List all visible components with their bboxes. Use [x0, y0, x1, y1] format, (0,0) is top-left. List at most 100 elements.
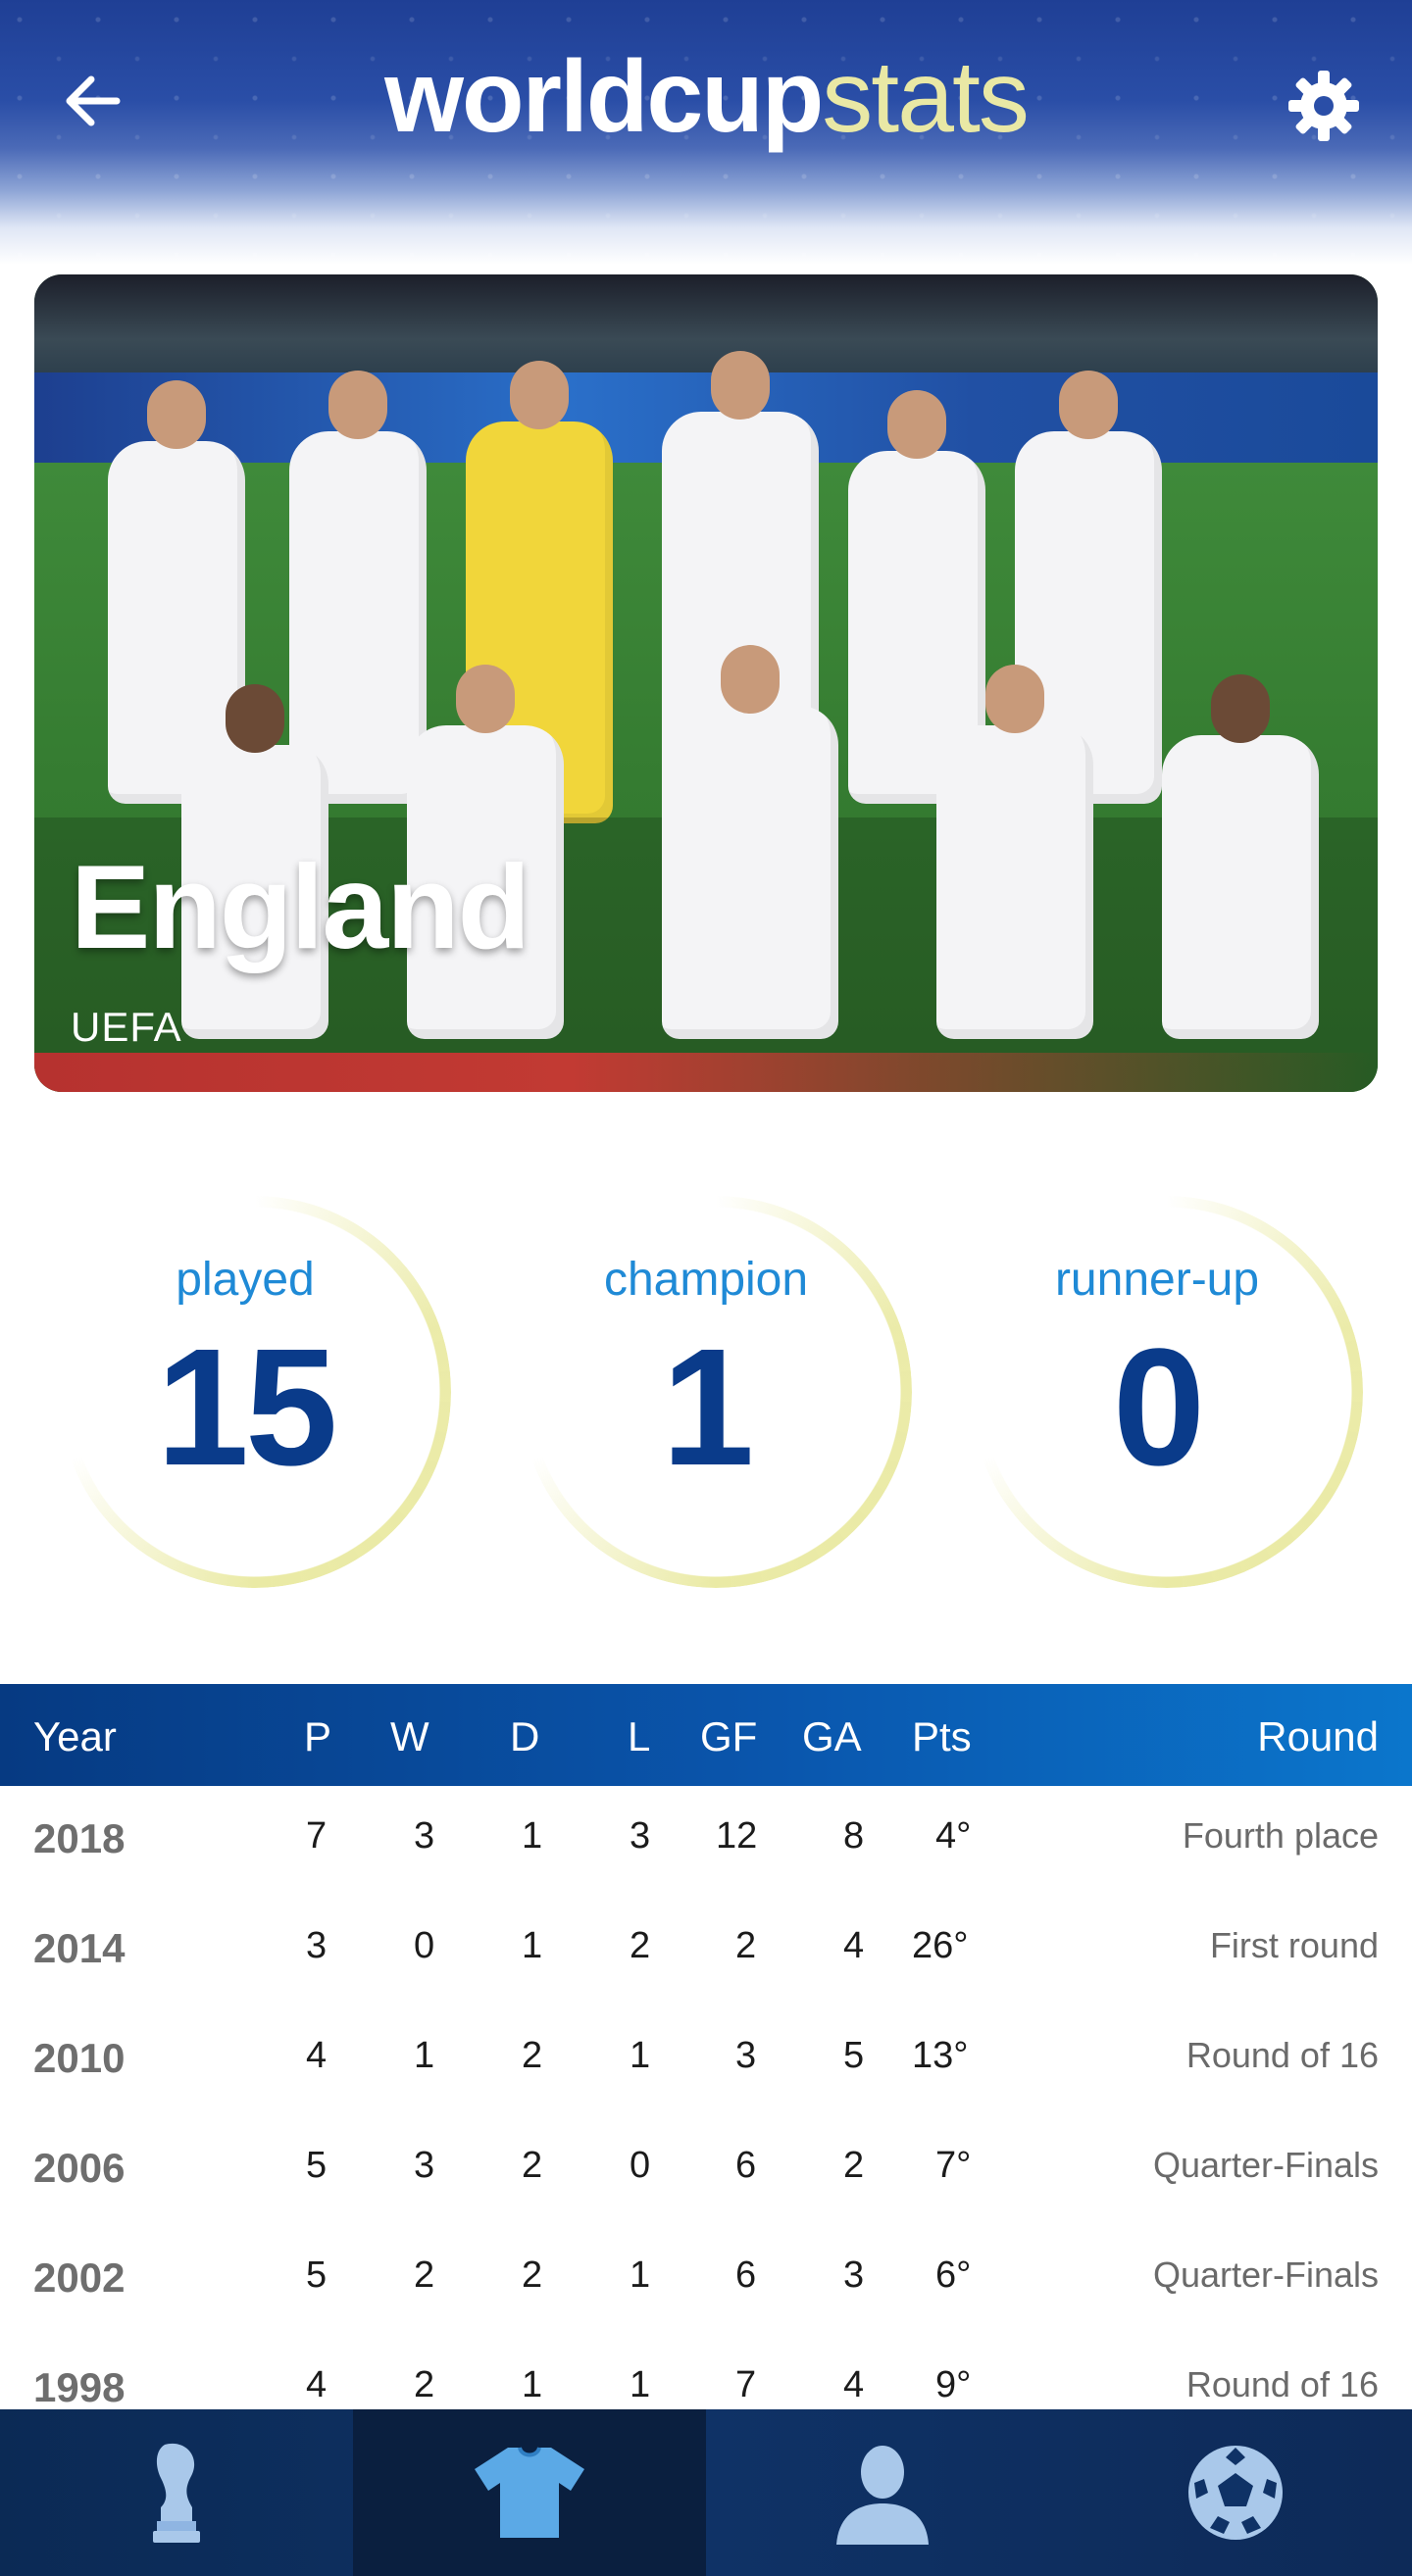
player-icon	[836, 2446, 929, 2545]
cell-ga: 2	[843, 2145, 865, 2186]
header-goals-for[interactable]: GF	[700, 1713, 757, 1760]
cell-ga: 4	[843, 1925, 865, 1966]
cell-gf: 6	[735, 2145, 757, 2186]
table-row[interactable]: 2014 3 0 1 2 2 4 26° First round	[0, 1896, 1412, 2008]
table-row[interactable]: 2010 4 1 2 1 3 5 13° Round of 16	[0, 2006, 1412, 2118]
app-header: worldcupstats	[0, 0, 1412, 265]
cell-pts: 6°	[935, 2254, 972, 2296]
cell-l: 1	[630, 2364, 651, 2405]
cell-d: 2	[522, 2145, 543, 2186]
cell-w: 2	[414, 2254, 435, 2296]
cell-pts: 4°	[935, 1815, 972, 1857]
cell-ga: 8	[843, 1815, 865, 1857]
cell-gf: 2	[735, 1925, 757, 1966]
stat-label: champion	[603, 1254, 809, 1306]
header-year[interactable]: Year	[33, 1713, 117, 1760]
cell-w: 2	[414, 2364, 435, 2405]
player-figure	[1162, 674, 1319, 1039]
cell-round: Quarter-Finals	[1152, 2145, 1379, 2185]
trophy-icon	[153, 2443, 200, 2543]
cell-gf: 6	[735, 2254, 757, 2296]
jersey-icon	[475, 2447, 584, 2538]
photo-stands	[34, 274, 1378, 382]
cell-year: 2002	[33, 2254, 126, 2301]
bottom-navigation	[0, 2409, 1412, 2576]
cell-p: 7	[306, 1815, 328, 1857]
stat-label: played	[176, 1254, 315, 1306]
cell-round: Round of 16	[1185, 2364, 1379, 2404]
header-goals-against[interactable]: GA	[802, 1713, 862, 1760]
cell-year: 2010	[33, 2035, 126, 2081]
cell-d: 2	[522, 2254, 543, 2296]
cell-w: 3	[414, 2145, 435, 2186]
cell-l: 0	[630, 2145, 651, 2186]
table-row[interactable]: 2002 5 2 2 1 6 3 6° Quarter-Finals	[0, 2225, 1412, 2338]
cell-round: First round	[1209, 1925, 1379, 1965]
cell-d: 2	[522, 2035, 543, 2076]
cell-year: 2018	[33, 1815, 126, 1861]
header-points[interactable]: Pts	[912, 1713, 972, 1760]
nav-item-worldcups[interactable]	[0, 2409, 353, 2576]
cell-round: Quarter-Finals	[1152, 2254, 1379, 2295]
nav-item-players[interactable]	[706, 2409, 1059, 2576]
cell-round: Round of 16	[1185, 2035, 1379, 2075]
cell-ga: 3	[843, 2254, 865, 2296]
football-icon	[1188, 2446, 1283, 2540]
cell-l: 1	[630, 2035, 651, 2076]
header-lost[interactable]: L	[628, 1713, 650, 1760]
cell-year: 2014	[33, 1925, 126, 1971]
cell-p: 5	[306, 2254, 328, 2296]
table-row[interactable]: 2006 5 3 2 0 6 2 7° Quarter-Finals	[0, 2115, 1412, 2228]
cell-p: 4	[306, 2364, 328, 2405]
cell-pts: 13°	[912, 2035, 969, 2076]
cell-round: Fourth place	[1182, 1815, 1379, 1856]
header-drawn[interactable]: D	[510, 1713, 539, 1760]
cell-w: 3	[414, 1815, 435, 1857]
cell-l: 1	[630, 2254, 651, 2296]
cell-ga: 4	[843, 2364, 865, 2405]
cell-w: 1	[414, 2035, 435, 2076]
stat-played: played 15	[20, 1196, 471, 1608]
cell-d: 1	[522, 1815, 543, 1857]
cell-year: 2006	[33, 2145, 126, 2191]
cell-l: 3	[630, 1815, 651, 1857]
player-figure	[289, 371, 427, 804]
header-played[interactable]: P	[304, 1713, 331, 1760]
settings-button[interactable]	[1285, 67, 1363, 145]
nav-item-matches[interactable]	[1059, 2409, 1412, 2576]
stat-champion: champion 1	[480, 1196, 932, 1608]
logo-stats-text: stats	[822, 40, 1030, 154]
stat-runner-up: runner-up 0	[932, 1196, 1383, 1608]
cell-pts: 7°	[935, 2145, 972, 2186]
cell-pts: 26°	[912, 1925, 969, 1966]
cell-l: 2	[630, 1925, 651, 1966]
cell-p: 5	[306, 2145, 328, 2186]
table-header: Year P W D L GF GA Pts Round	[0, 1684, 1412, 1786]
cell-p: 4	[306, 2035, 328, 2076]
stat-value: 1	[661, 1314, 755, 1501]
stat-value: 0	[1112, 1314, 1206, 1501]
photo-bottom-strip	[34, 1053, 1378, 1092]
player-figure	[662, 645, 838, 1039]
nav-item-teams[interactable]	[353, 2409, 706, 2576]
cell-pts: 9°	[935, 2364, 972, 2405]
gear-icon	[1288, 71, 1359, 141]
cell-d: 1	[522, 2364, 543, 2405]
stat-label: runner-up	[1054, 1254, 1260, 1306]
header-won[interactable]: W	[390, 1713, 429, 1760]
app-logo: worldcupstats	[0, 39, 1412, 156]
header-round[interactable]: Round	[1257, 1713, 1379, 1760]
cell-w: 0	[414, 1925, 435, 1966]
cell-p: 3	[306, 1925, 328, 1966]
table-row[interactable]: 2018 7 3 1 3 12 8 4° Fourth place	[0, 1786, 1412, 1899]
cell-gf: 12	[716, 1815, 758, 1857]
stat-value: 15	[156, 1314, 337, 1501]
cell-gf: 7	[735, 2364, 757, 2405]
cell-d: 1	[522, 1925, 543, 1966]
team-name: England	[71, 840, 530, 973]
cell-gf: 3	[735, 2035, 757, 2076]
player-figure	[936, 665, 1093, 1039]
cell-year: 1998	[33, 2364, 126, 2410]
logo-world-text: worldcup	[384, 40, 824, 154]
team-confederation: UEFA	[71, 1004, 182, 1050]
